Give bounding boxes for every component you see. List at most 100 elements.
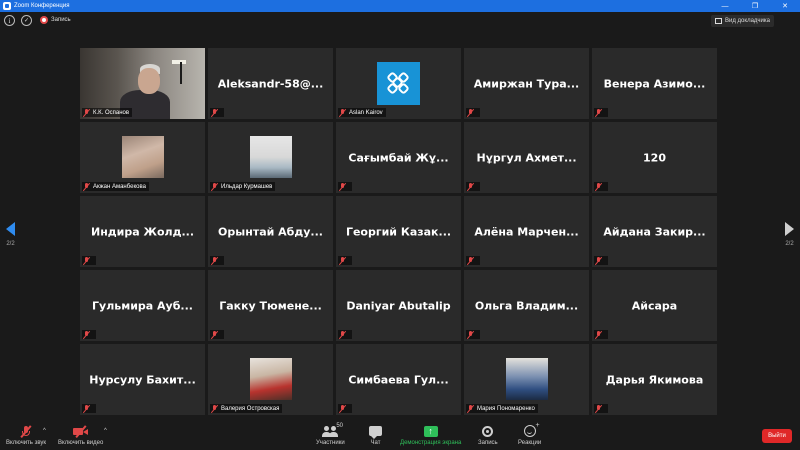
participant-name: Daniyar Abutalip (346, 299, 451, 312)
participant-name-tag (210, 256, 224, 265)
start-video-label: Включить видео (58, 440, 104, 446)
mic-muted-icon (82, 182, 91, 191)
avatar (250, 358, 292, 400)
participants-button[interactable]: 50 Участники (316, 423, 345, 446)
participant-name: Георгий Казак... (345, 225, 452, 238)
window-title: Zoom Конференция (14, 3, 70, 9)
mic-muted-icon (594, 108, 603, 117)
participant-name-tag: Aslan Kairov (338, 108, 386, 117)
participant-tile[interactable]: Aslan Kairov (336, 48, 461, 119)
participant-name: Сағымбай Жұ... (348, 151, 449, 164)
reactions-button[interactable]: + Реакции (518, 422, 541, 446)
participant-tile[interactable]: Daniyar Abutalip (336, 270, 461, 341)
avatar (506, 358, 548, 400)
participant-name-tag (210, 108, 224, 117)
participant-name-tag (82, 256, 96, 265)
record-button[interactable]: Запись (478, 424, 498, 446)
profile-logo-image (377, 62, 420, 105)
participant-tile[interactable]: Мария Пономаренко (464, 344, 589, 415)
participant-tile[interactable]: Венера Азимо... (592, 48, 717, 119)
info-icon[interactable]: i (4, 15, 15, 26)
knot-ornament-icon (385, 70, 410, 95)
avatar (122, 136, 164, 178)
recording-indicator[interactable]: Запись (40, 16, 71, 24)
unmute-button[interactable]: Включить звук (6, 424, 46, 446)
participant-tile[interactable]: Ильдар Курмашев (208, 122, 333, 193)
participant-tile[interactable]: Дарья Якимова (592, 344, 717, 415)
leave-meeting-button[interactable]: Выйти (762, 429, 792, 443)
chat-label: Чат (370, 440, 381, 446)
participant-name-tag: Валерия Островская (210, 404, 283, 413)
participant-tile[interactable]: К.К. Оспанов (80, 48, 205, 119)
participant-tile[interactable]: Айдана Закир... (592, 196, 717, 267)
security-shield-icon[interactable]: ✓ (21, 15, 32, 26)
participant-gallery: К.К. Оспанов Aleksandr-58@... Aslan Kairov… (80, 48, 722, 416)
zoom-logo-icon (3, 2, 11, 10)
record-dot-icon (40, 16, 48, 24)
participant-tag-label: Ильдар Курмашев (221, 183, 273, 190)
participant-name: Венера Азимо... (603, 77, 706, 90)
page-indicator-right: 2/2 (785, 241, 794, 247)
participant-tile[interactable]: Симбаева Гул... (336, 344, 461, 415)
participant-tile[interactable]: Орынтай Абду... (208, 196, 333, 267)
maximize-button[interactable]: ❐ (740, 0, 770, 12)
audio-options-caret[interactable]: ^ (43, 428, 46, 434)
mic-muted-icon (466, 108, 475, 117)
participant-name: Нурсулу Бахит... (89, 373, 196, 386)
start-video-button[interactable]: Включить видео (58, 424, 103, 446)
participant-name-tag (594, 182, 608, 191)
share-screen-button[interactable]: ↑ Демонстрация экрана (400, 424, 461, 446)
participant-name-tag (466, 256, 480, 265)
participant-tile[interactable]: Амиржан Тура... (464, 48, 589, 119)
close-window-button[interactable]: ✕ (770, 0, 800, 12)
participant-tile[interactable]: Индира Жолд... (80, 196, 205, 267)
participant-name-tag: Ильдар Курмашев (210, 182, 276, 191)
chat-button[interactable]: Чат (369, 424, 382, 446)
participant-name-tag (210, 330, 224, 339)
participant-tag-label: Акжан Аманбекова (93, 183, 146, 190)
mic-muted-icon (210, 108, 219, 117)
participant-tile[interactable]: Акжан Аманбекова (80, 122, 205, 193)
participant-name-tag (594, 404, 608, 413)
participant-tile[interactable]: 120 (592, 122, 717, 193)
mic-muted-icon (20, 424, 32, 438)
participant-tile[interactable]: Гакку Тюмене... (208, 270, 333, 341)
mic-muted-icon (338, 330, 347, 339)
arrow-left-icon[interactable] (6, 222, 15, 236)
participant-tile[interactable]: Алёна Марчен... (464, 196, 589, 267)
previous-page-nav[interactable]: 2/2 (6, 222, 15, 247)
mic-muted-icon (594, 404, 603, 413)
mic-muted-icon (338, 108, 347, 117)
mic-muted-icon (466, 404, 475, 413)
record-icon (482, 425, 494, 437)
participant-name: Нұргул Ахмет... (476, 151, 577, 164)
participant-name-tag (466, 182, 480, 191)
next-page-nav[interactable]: 2/2 (785, 222, 794, 247)
mic-muted-icon (210, 404, 219, 413)
arrow-right-icon[interactable] (785, 222, 794, 236)
share-screen-label: Демонстрация экрана (400, 440, 462, 446)
participant-tile[interactable]: Георгий Казак... (336, 196, 461, 267)
view-switch-button[interactable]: Вид докладчика (711, 15, 774, 27)
participant-name: Айсара (631, 299, 678, 312)
participant-name: Айдана Закир... (603, 225, 706, 238)
minimize-button[interactable]: — (710, 0, 740, 12)
reactions-icon: + (523, 422, 540, 437)
participant-tile[interactable]: Гульмира Ауб... (80, 270, 205, 341)
participant-name-tag: К.К. Оспанов (82, 108, 133, 117)
participant-name: Гакку Тюмене... (219, 299, 322, 312)
participant-tile[interactable]: Нұргул Ахмет... (464, 122, 589, 193)
participant-name: Алёна Марчен... (474, 225, 579, 238)
participant-tag-label: Мария Пономаренко (477, 405, 535, 412)
participant-tag-label: К.К. Оспанов (93, 109, 130, 116)
participant-name-tag (82, 404, 96, 413)
video-options-caret[interactable]: ^ (104, 428, 107, 434)
share-screen-icon: ↑ (423, 425, 438, 437)
participant-tile[interactable]: Сағымбай Жұ... (336, 122, 461, 193)
participant-tile[interactable]: Aleksandr-58@... (208, 48, 333, 119)
participant-tile[interactable]: Айсара (592, 270, 717, 341)
participant-tag-label: Aslan Kairov (349, 109, 383, 116)
participant-tile[interactable]: Валерия Островская (208, 344, 333, 415)
participant-tile[interactable]: Нурсулу Бахит... (80, 344, 205, 415)
participant-tile[interactable]: Ольга Владим... (464, 270, 589, 341)
